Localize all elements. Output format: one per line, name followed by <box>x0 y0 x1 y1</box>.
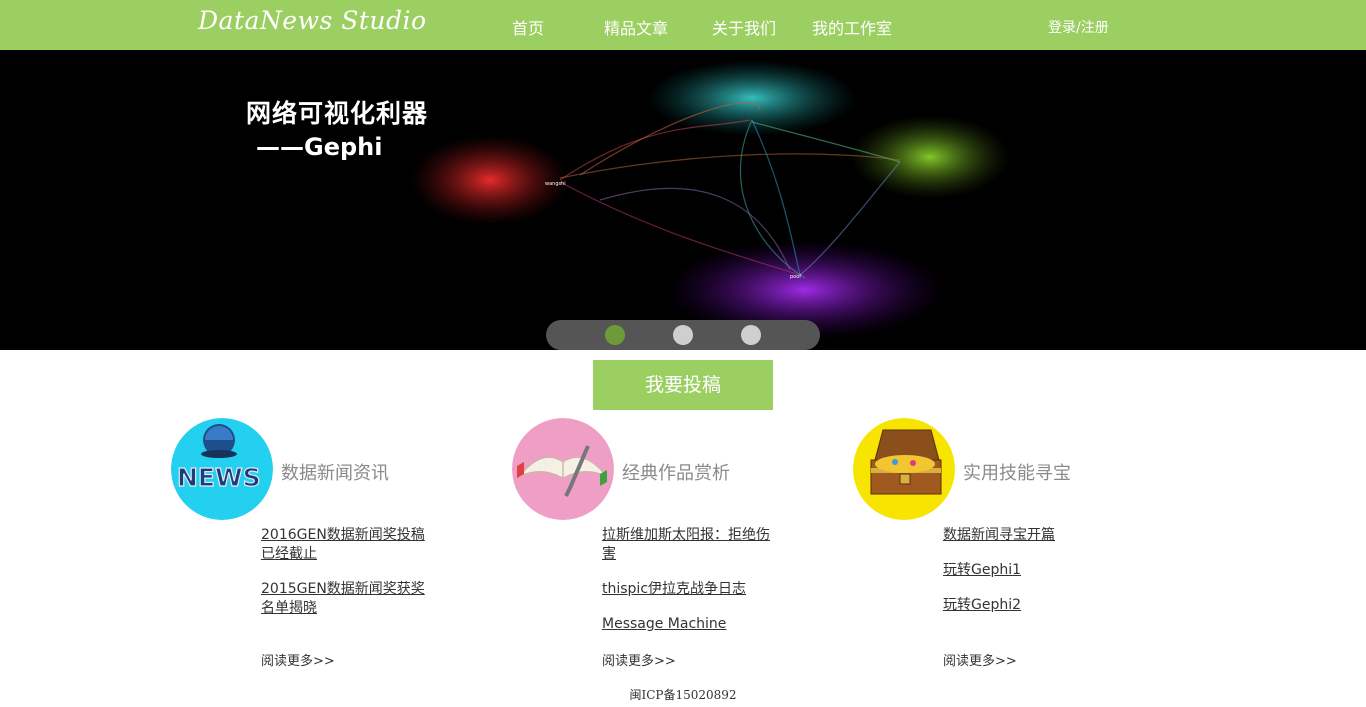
read-more-link[interactable]: 阅读更多>> <box>261 650 335 669</box>
nav-about-us[interactable]: 关于我们 <box>712 15 776 39</box>
article-link[interactable]: Message Machine <box>602 615 772 634</box>
svg-text:wangshi: wangshi <box>545 181 566 187</box>
icp-license-footer: 闽ICP备15020892 <box>629 688 737 702</box>
nav-home[interactable]: 首页 <box>512 15 544 39</box>
carousel-dot-1[interactable] <box>605 325 625 345</box>
svg-text:NEWS: NEWS <box>177 463 261 492</box>
section-classic-works: 经典作品赏析 拉斯维加斯太阳报：拒绝伤害 thispic伊拉克战争日志 Mess… <box>512 418 812 688</box>
submit-article-button[interactable]: 我要投稿 <box>593 360 773 410</box>
banner-subtitle: ——Gephi <box>256 133 383 161</box>
article-link[interactable]: 玩转Gephi1 <box>943 561 1113 580</box>
svg-text:poof: poof <box>790 274 801 280</box>
nav-my-studio[interactable]: 我的工作室 <box>812 15 892 39</box>
article-link[interactable]: 2016GEN数据新闻奖投稿已经截止 <box>261 526 431 564</box>
article-link[interactable]: 玩转Gephi2 <box>943 596 1113 615</box>
article-list: 2016GEN数据新闻奖投稿已经截止 2015GEN数据新闻奖获奖名单揭晓 <box>261 526 431 634</box>
article-list: 拉斯维加斯太阳报：拒绝伤害 thispic伊拉克战争日志 Message Mac… <box>602 526 772 650</box>
read-more-link[interactable]: 阅读更多>> <box>943 650 1017 669</box>
site-logo[interactable]: DataNews Studio <box>198 6 427 35</box>
top-nav-bar: DataNews Studio 首页 精品文章 关于我们 我的工作室 登录/注册 <box>0 0 1366 50</box>
news-globe-icon: NEWS <box>171 418 273 520</box>
article-link[interactable]: 2015GEN数据新闻奖获奖名单揭晓 <box>261 580 431 618</box>
article-link[interactable]: 数据新闻寻宝开篇 <box>943 526 1113 545</box>
section-skills-treasure: 实用技能寻宝 数据新闻寻宝开篇 玩转Gephi1 玩转Gephi2 阅读更多>> <box>853 418 1153 688</box>
nav-featured-articles[interactable]: 精品文章 <box>604 15 668 39</box>
carousel-dot-2[interactable] <box>673 325 693 345</box>
article-link[interactable]: thispic伊拉克战争日志 <box>602 580 772 599</box>
section-title: 实用技能寻宝 <box>963 463 1071 484</box>
read-more-link[interactable]: 阅读更多>> <box>602 650 676 669</box>
article-link[interactable]: 拉斯维加斯太阳报：拒绝伤害 <box>602 526 772 564</box>
article-list: 数据新闻寻宝开篇 玩转Gephi1 玩转Gephi2 <box>943 526 1113 631</box>
banner-carousel[interactable]: wangshi poof 网络可视化利器 ——Gephi <box>0 50 1366 350</box>
section-title: 经典作品赏析 <box>622 463 730 484</box>
section-datanews-info: NEWS 数据新闻资讯 2016GEN数据新闻奖投稿已经截止 2015GEN数据… <box>171 418 471 688</box>
network-graph-image: wangshi poof <box>410 60 1010 340</box>
open-book-pen-icon <box>512 418 614 520</box>
section-title: 数据新闻资讯 <box>281 463 389 484</box>
carousel-dot-3[interactable] <box>741 325 761 345</box>
carousel-indicator <box>546 320 820 350</box>
treasure-chest-icon <box>853 418 955 520</box>
login-register-link[interactable]: 登录/注册 <box>1048 17 1109 37</box>
banner-title: 网络可视化利器 <box>246 99 429 128</box>
